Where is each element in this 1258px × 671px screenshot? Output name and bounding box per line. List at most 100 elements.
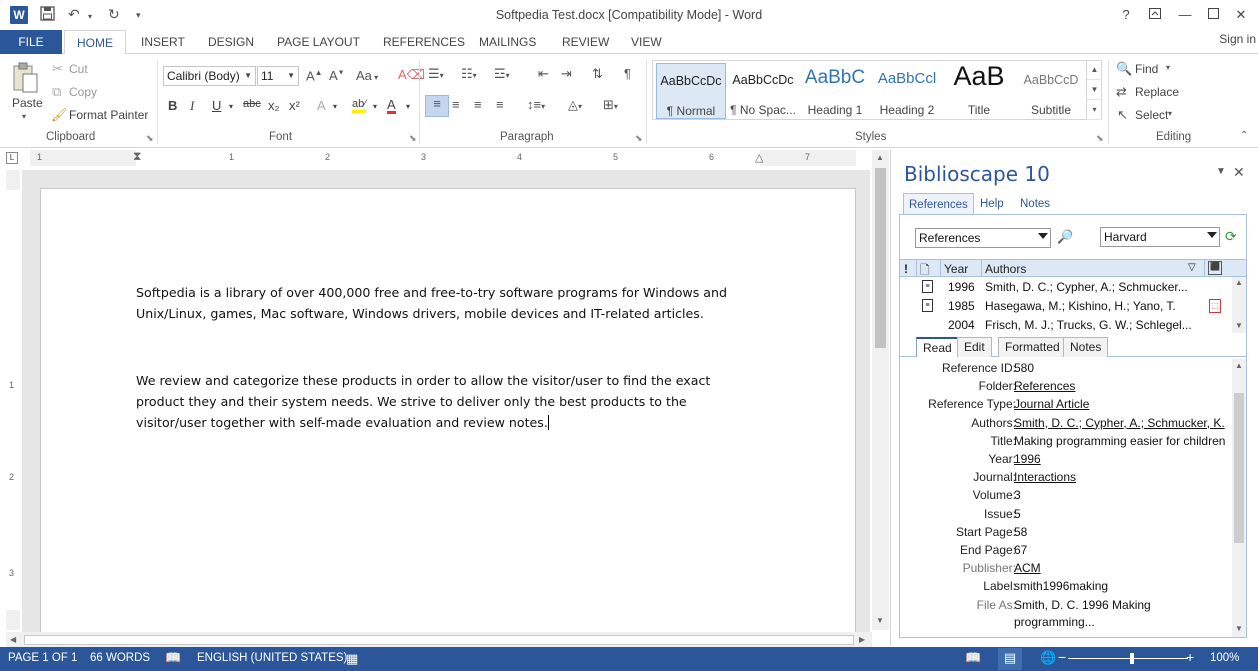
filter-icon[interactable]: ▽ [1188, 262, 1196, 273]
style-heading-2[interactable]: AaBbCcl Heading 2 [872, 63, 942, 119]
style-no-spacing[interactable]: AaBbCcDc ¶ No Spac... [728, 63, 798, 119]
replace-button[interactable]: Replace [1135, 85, 1179, 99]
tab-file[interactable]: FILE [0, 30, 62, 54]
bullets-icon[interactable]: ☰▾ [428, 66, 444, 82]
scroll-right-icon[interactable]: ▶ [859, 635, 865, 644]
find-dropdown-icon[interactable]: ▾ [1166, 63, 1170, 72]
word-count[interactable]: 66 WORDS [90, 652, 150, 664]
macro-recording-icon[interactable]: ▦ [346, 651, 358, 667]
reference-source-select[interactable]: References [915, 228, 1051, 248]
scroll-up-icon[interactable]: ▲ [1087, 60, 1102, 80]
replace-icon[interactable]: ⇄ [1116, 84, 1127, 100]
detail-link[interactable]: Smith, D. C.; Cypher, A.; Schmucker, K. [1014, 416, 1234, 430]
justify-icon[interactable]: ≡ [496, 97, 504, 112]
underline-button[interactable]: U [212, 98, 221, 113]
select-icon[interactable]: ↖ [1117, 107, 1128, 123]
refresh-icon[interactable]: ⟳ [1225, 228, 1237, 245]
increase-indent-icon[interactable]: ⇥ [561, 66, 572, 82]
zoom-in-icon[interactable]: + [1186, 649, 1194, 665]
attachment-column-icon[interactable]: ⬛ [1208, 261, 1222, 275]
decrease-indent-icon[interactable]: ⇤ [538, 66, 549, 82]
detail-link[interactable]: 1996 [1014, 452, 1234, 466]
zoom-slider[interactable] [1068, 658, 1188, 659]
paste-button[interactable]: Paste [12, 96, 43, 110]
detail-tab-formatted[interactable]: Formatted [998, 337, 1067, 357]
tab-view[interactable]: VIEW [627, 30, 666, 54]
scroll-up-icon[interactable]: ▲ [1235, 361, 1243, 370]
detail-link[interactable]: References [1014, 379, 1234, 393]
proofing-icon[interactable]: 📖 [165, 650, 181, 666]
tab-selector-icon[interactable]: L [6, 152, 18, 164]
chevron-down-icon[interactable]: ▾ [406, 102, 410, 111]
find-button[interactable]: Find [1135, 62, 1158, 76]
select-button[interactable]: Select [1135, 108, 1168, 122]
zoom-level[interactable]: 100% [1210, 652, 1239, 664]
citation-style-select[interactable]: Harvard [1100, 227, 1220, 247]
detail-link[interactable]: ACM [1014, 561, 1234, 575]
more-styles-icon[interactable]: ▾ [1087, 100, 1102, 120]
pane-close-icon[interactable]: ✕ [1233, 164, 1245, 181]
vertical-ruler[interactable]: 1 2 3 [6, 170, 20, 630]
document-area[interactable]: Softpedia is a library of over 400,000 f… [22, 170, 870, 632]
details-scrollbar[interactable]: ▲ ▼ [1232, 359, 1246, 637]
strikethrough-button[interactable]: abc [243, 98, 261, 110]
tab-design[interactable]: DESIGN [204, 30, 258, 54]
undo-dropdown-icon[interactable]: ▾ [88, 12, 92, 21]
scroll-down-icon[interactable]: ▼ [1235, 321, 1243, 330]
align-right-icon[interactable]: ≡ [474, 97, 482, 112]
sort-icon[interactable]: ⇅ [592, 66, 603, 82]
pdf-attachment-icon[interactable]: ⬚ [1209, 299, 1221, 313]
scroll-left-icon[interactable]: ◀ [10, 635, 16, 644]
minimize-button[interactable]: — [1172, 4, 1198, 26]
detail-link[interactable]: Journal Article [1014, 397, 1234, 411]
read-mode-icon[interactable]: 📖 [965, 650, 981, 666]
text-effects-icon[interactable]: A [317, 98, 326, 113]
clear-formatting-icon[interactable]: A⌫ [398, 67, 425, 83]
font-launcher-icon[interactable]: ⬊ [409, 133, 417, 144]
scroll-thumb[interactable] [875, 168, 886, 348]
redo-icon[interactable]: ↻ [108, 6, 120, 23]
copy-button[interactable]: Copy [69, 85, 97, 99]
page-count[interactable]: PAGE 1 OF 1 [8, 652, 77, 664]
search-icon[interactable]: 🔎 [1057, 229, 1073, 245]
indent-marker-icon[interactable]: ⧗ [133, 149, 141, 164]
sign-in-link[interactable]: Sign in [1219, 32, 1256, 46]
table-row[interactable]: ≡ 1996 Smith, D. C.; Cypher, A.; Schmuck… [900, 278, 1232, 297]
table-row[interactable]: 2004 Frisch, M. J.; Trucks, G. W.; Schle… [900, 316, 1232, 332]
change-case-icon[interactable]: Aa ▾ [356, 68, 378, 83]
scroll-thumb[interactable] [1234, 393, 1244, 543]
document-paragraph-1[interactable]: Softpedia is a library of over 400,000 f… [136, 282, 746, 324]
scroll-down-icon[interactable]: ▼ [876, 616, 884, 625]
scroll-up-icon[interactable]: ▲ [876, 153, 884, 162]
find-icon[interactable]: 🔍 [1116, 61, 1132, 77]
style-subtitle[interactable]: AaBbCcD Subtitle [1016, 63, 1086, 119]
tab-page-layout[interactable]: PAGE LAYOUT [273, 30, 364, 54]
pane-tab-help[interactable]: Help [975, 193, 1009, 215]
collapse-ribbon-icon[interactable]: ⌃ [1240, 130, 1248, 141]
font-size-select[interactable]: 11 ▼ [257, 66, 299, 86]
bold-button[interactable]: B [168, 98, 177, 113]
underline-dropdown-icon[interactable]: ▾ [229, 102, 233, 111]
detail-tab-edit[interactable]: Edit [957, 337, 992, 357]
scroll-thumb[interactable] [24, 635, 854, 645]
align-left-icon[interactable]: ≡ [425, 95, 449, 117]
tab-review[interactable]: REVIEW [558, 30, 613, 54]
style-heading-1[interactable]: AaBbC Heading 1 [800, 63, 870, 119]
cut-button[interactable]: Cut [69, 62, 88, 76]
save-icon[interactable] [40, 6, 55, 24]
pane-tab-notes[interactable]: Notes [1015, 193, 1055, 215]
highlight-color-icon[interactable]: ab⁄ [352, 98, 367, 113]
year-column-header[interactable]: Year [944, 262, 968, 276]
detail-tab-notes[interactable]: Notes [1063, 337, 1109, 357]
style-normal[interactable]: AaBbCcDc ¶ Normal [656, 63, 726, 119]
document-vertical-scrollbar[interactable]: ▲ ▼ [872, 150, 889, 630]
borders-icon[interactable]: ⊞▾ [603, 97, 618, 113]
undo-icon[interactable]: ↶ [68, 6, 80, 23]
horizontal-ruler[interactable]: 1 ⧗ 1 2 3 4 5 6 △ 7 [30, 149, 856, 166]
table-row[interactable]: ≡ 1985 Hasegawa, M.; Kishino, H.; Yano, … [900, 297, 1232, 316]
authors-column-header[interactable]: Authors [985, 262, 1026, 276]
pane-tab-references[interactable]: References [903, 193, 974, 215]
scroll-down-icon[interactable]: ▼ [1235, 624, 1243, 633]
style-title[interactable]: AaB Title [944, 61, 1014, 119]
superscript-button[interactable]: x² [289, 98, 300, 113]
